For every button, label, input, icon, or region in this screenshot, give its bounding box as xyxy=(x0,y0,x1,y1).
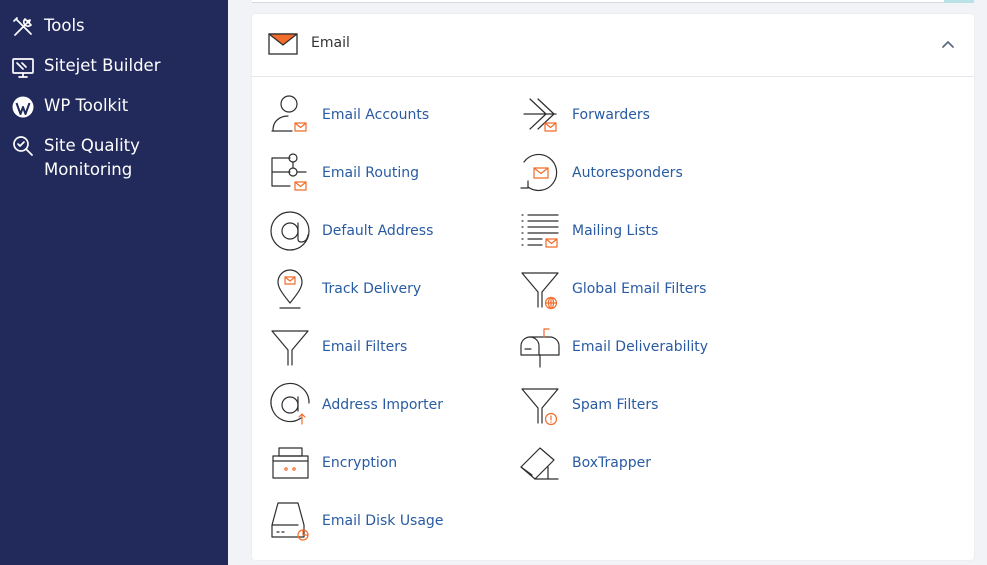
tool-email-deliverability[interactable]: Email Deliverability xyxy=(518,323,708,371)
tool-label: Autoresponders xyxy=(572,165,683,181)
chevron-up-icon[interactable] xyxy=(940,38,956,50)
mailbox-icon xyxy=(518,325,562,369)
mailing-lists-icon xyxy=(518,209,562,253)
tool-label: Email Filters xyxy=(322,339,408,355)
address-importer-icon xyxy=(268,382,312,427)
tool-email-filters[interactable]: Email Filters xyxy=(268,323,407,371)
sidebar-item-tools[interactable]: Tools xyxy=(10,14,85,40)
forwarders-icon xyxy=(518,93,562,137)
autoresponders-icon xyxy=(518,151,562,195)
sitejet-icon xyxy=(10,54,36,80)
envelope-icon xyxy=(268,33,298,55)
panel-title: Email xyxy=(311,35,350,51)
tool-label: Mailing Lists xyxy=(572,223,659,239)
tool-track-delivery[interactable]: Track Delivery xyxy=(268,265,421,313)
tool-boxtrapper[interactable]: BoxTrapper xyxy=(518,439,651,487)
email-panel-header[interactable]: Email xyxy=(252,14,974,77)
sidebar-item-label: Tools xyxy=(44,16,85,35)
tool-email-routing[interactable]: Email Routing xyxy=(268,149,419,197)
wordpress-icon xyxy=(10,94,36,120)
tool-forwarders[interactable]: Forwarders xyxy=(518,91,650,139)
tool-email-disk-usage[interactable]: Email Disk Usage xyxy=(268,497,443,545)
spam-filter-icon xyxy=(518,383,562,427)
tool-global-email-filters[interactable]: Global Email Filters xyxy=(518,265,706,313)
tool-label: BoxTrapper xyxy=(572,455,651,471)
sidebar-item-site-quality-monitoring[interactable]: Site Quality Monitoring xyxy=(10,134,140,182)
tools-icon xyxy=(10,14,36,40)
tool-label: Spam Filters xyxy=(572,397,659,413)
boxtrapper-icon xyxy=(518,441,562,485)
magnifier-icon xyxy=(10,134,36,160)
sidebar: Tools Sitejet Builder WP Toolkit Site Qu… xyxy=(0,0,228,565)
tool-spam-filters[interactable]: Spam Filters xyxy=(518,381,658,429)
at-sign-icon xyxy=(268,209,312,253)
sidebar-item-wp-toolkit[interactable]: WP Toolkit xyxy=(10,94,128,120)
sidebar-item-sitejet-builder[interactable]: Sitejet Builder xyxy=(10,54,160,80)
tool-label: Encryption xyxy=(322,455,398,471)
filter-icon xyxy=(268,325,312,369)
tool-label: Forwarders xyxy=(572,107,650,123)
tool-mailing-lists[interactable]: Mailing Lists xyxy=(518,207,658,255)
tool-label: Default Address xyxy=(322,223,434,239)
location-pin-icon xyxy=(268,267,312,311)
tool-default-address[interactable]: Default Address xyxy=(268,207,433,255)
global-filter-icon xyxy=(518,267,562,311)
encryption-icon xyxy=(268,441,312,485)
tool-label: Track Delivery xyxy=(322,281,422,297)
tool-label: Email Accounts xyxy=(322,107,430,123)
tool-label: Email Deliverability xyxy=(572,339,709,355)
email-panel: Email Email Accounts Email Routing Defau… xyxy=(252,14,974,560)
email-routing-icon xyxy=(268,151,312,195)
tool-label: Address Importer xyxy=(322,397,444,413)
tool-label: Email Disk Usage xyxy=(322,513,444,529)
sidebar-item-label: WP Toolkit xyxy=(44,96,129,115)
tool-label: Email Routing xyxy=(322,165,419,181)
tool-address-importer[interactable]: Address Importer xyxy=(268,381,443,429)
previous-panel-edge xyxy=(252,0,974,3)
tool-email-accounts[interactable]: Email Accounts xyxy=(268,91,429,139)
tool-encryption[interactable]: Encryption xyxy=(268,439,397,487)
tool-autoresponders[interactable]: Autoresponders xyxy=(518,149,683,197)
sidebar-item-label: Site Quality Monitoring xyxy=(44,136,140,179)
disk-usage-icon xyxy=(268,499,312,543)
email-accounts-icon xyxy=(268,93,312,137)
sidebar-item-label: Sitejet Builder xyxy=(44,56,161,75)
tool-label: Global Email Filters xyxy=(572,281,707,297)
